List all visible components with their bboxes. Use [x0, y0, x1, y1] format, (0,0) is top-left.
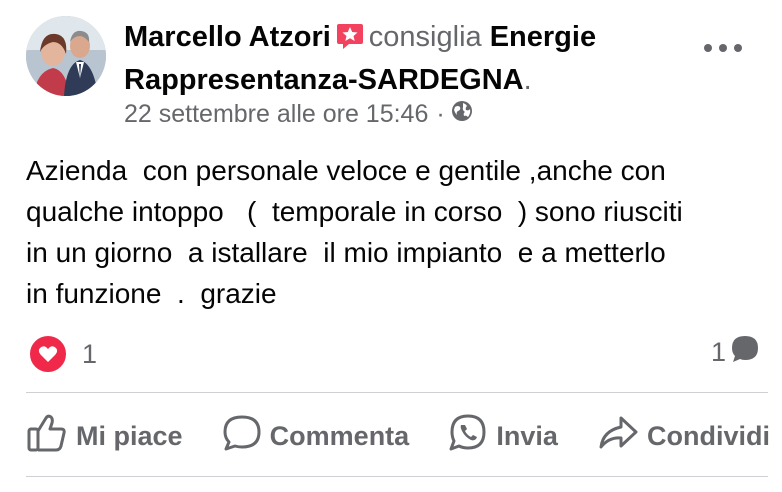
- whatsapp-icon: [448, 413, 496, 460]
- action-bar: Mi piace Commenta Invia Condividi: [26, 412, 770, 460]
- send-button[interactable]: Invia: [448, 413, 558, 460]
- recommend-icon: [335, 21, 365, 61]
- comment-button[interactable]: Commenta: [222, 414, 410, 459]
- divider-top: [26, 392, 768, 393]
- share-arrow-icon: [597, 414, 647, 459]
- comment-count[interactable]: 1: [711, 334, 760, 371]
- love-reaction-icon: [28, 334, 68, 374]
- like-button[interactable]: Mi piace: [26, 413, 183, 460]
- divider-bottom: [26, 476, 768, 477]
- author-avatar[interactable]: [26, 16, 106, 96]
- globe-icon: [451, 100, 473, 129]
- like-label: Mi piace: [76, 420, 183, 451]
- share-button[interactable]: Condividi: [597, 414, 770, 459]
- thumbs-up-icon: [26, 413, 76, 460]
- author-name[interactable]: Marcello Atzori: [124, 21, 331, 53]
- comment-bubble-icon: [726, 334, 760, 371]
- header-period: .: [523, 64, 532, 96]
- recommend-verb: consiglia: [368, 21, 482, 53]
- post-header: Marcello Atzori consiglia Energie Rappres…: [124, 18, 684, 99]
- more-options-icon[interactable]: [704, 38, 742, 58]
- comment-count-value: 1: [710, 337, 726, 367]
- meta-separator: ·: [436, 100, 445, 128]
- reaction-count: 1: [82, 338, 98, 369]
- post-body: Azienda con personale veloce e gentile ,…: [26, 155, 683, 309]
- comment-icon: [222, 414, 270, 459]
- reactions-summary[interactable]: 1: [28, 334, 97, 374]
- comment-label: Commenta: [269, 420, 410, 451]
- send-label: Invia: [496, 420, 558, 451]
- share-label: Condividi: [646, 420, 770, 451]
- post-meta: 22 settembre alle ore 15:46 ·: [124, 100, 473, 129]
- post-timestamp[interactable]: 22 settembre alle ore 15:46: [124, 100, 428, 129]
